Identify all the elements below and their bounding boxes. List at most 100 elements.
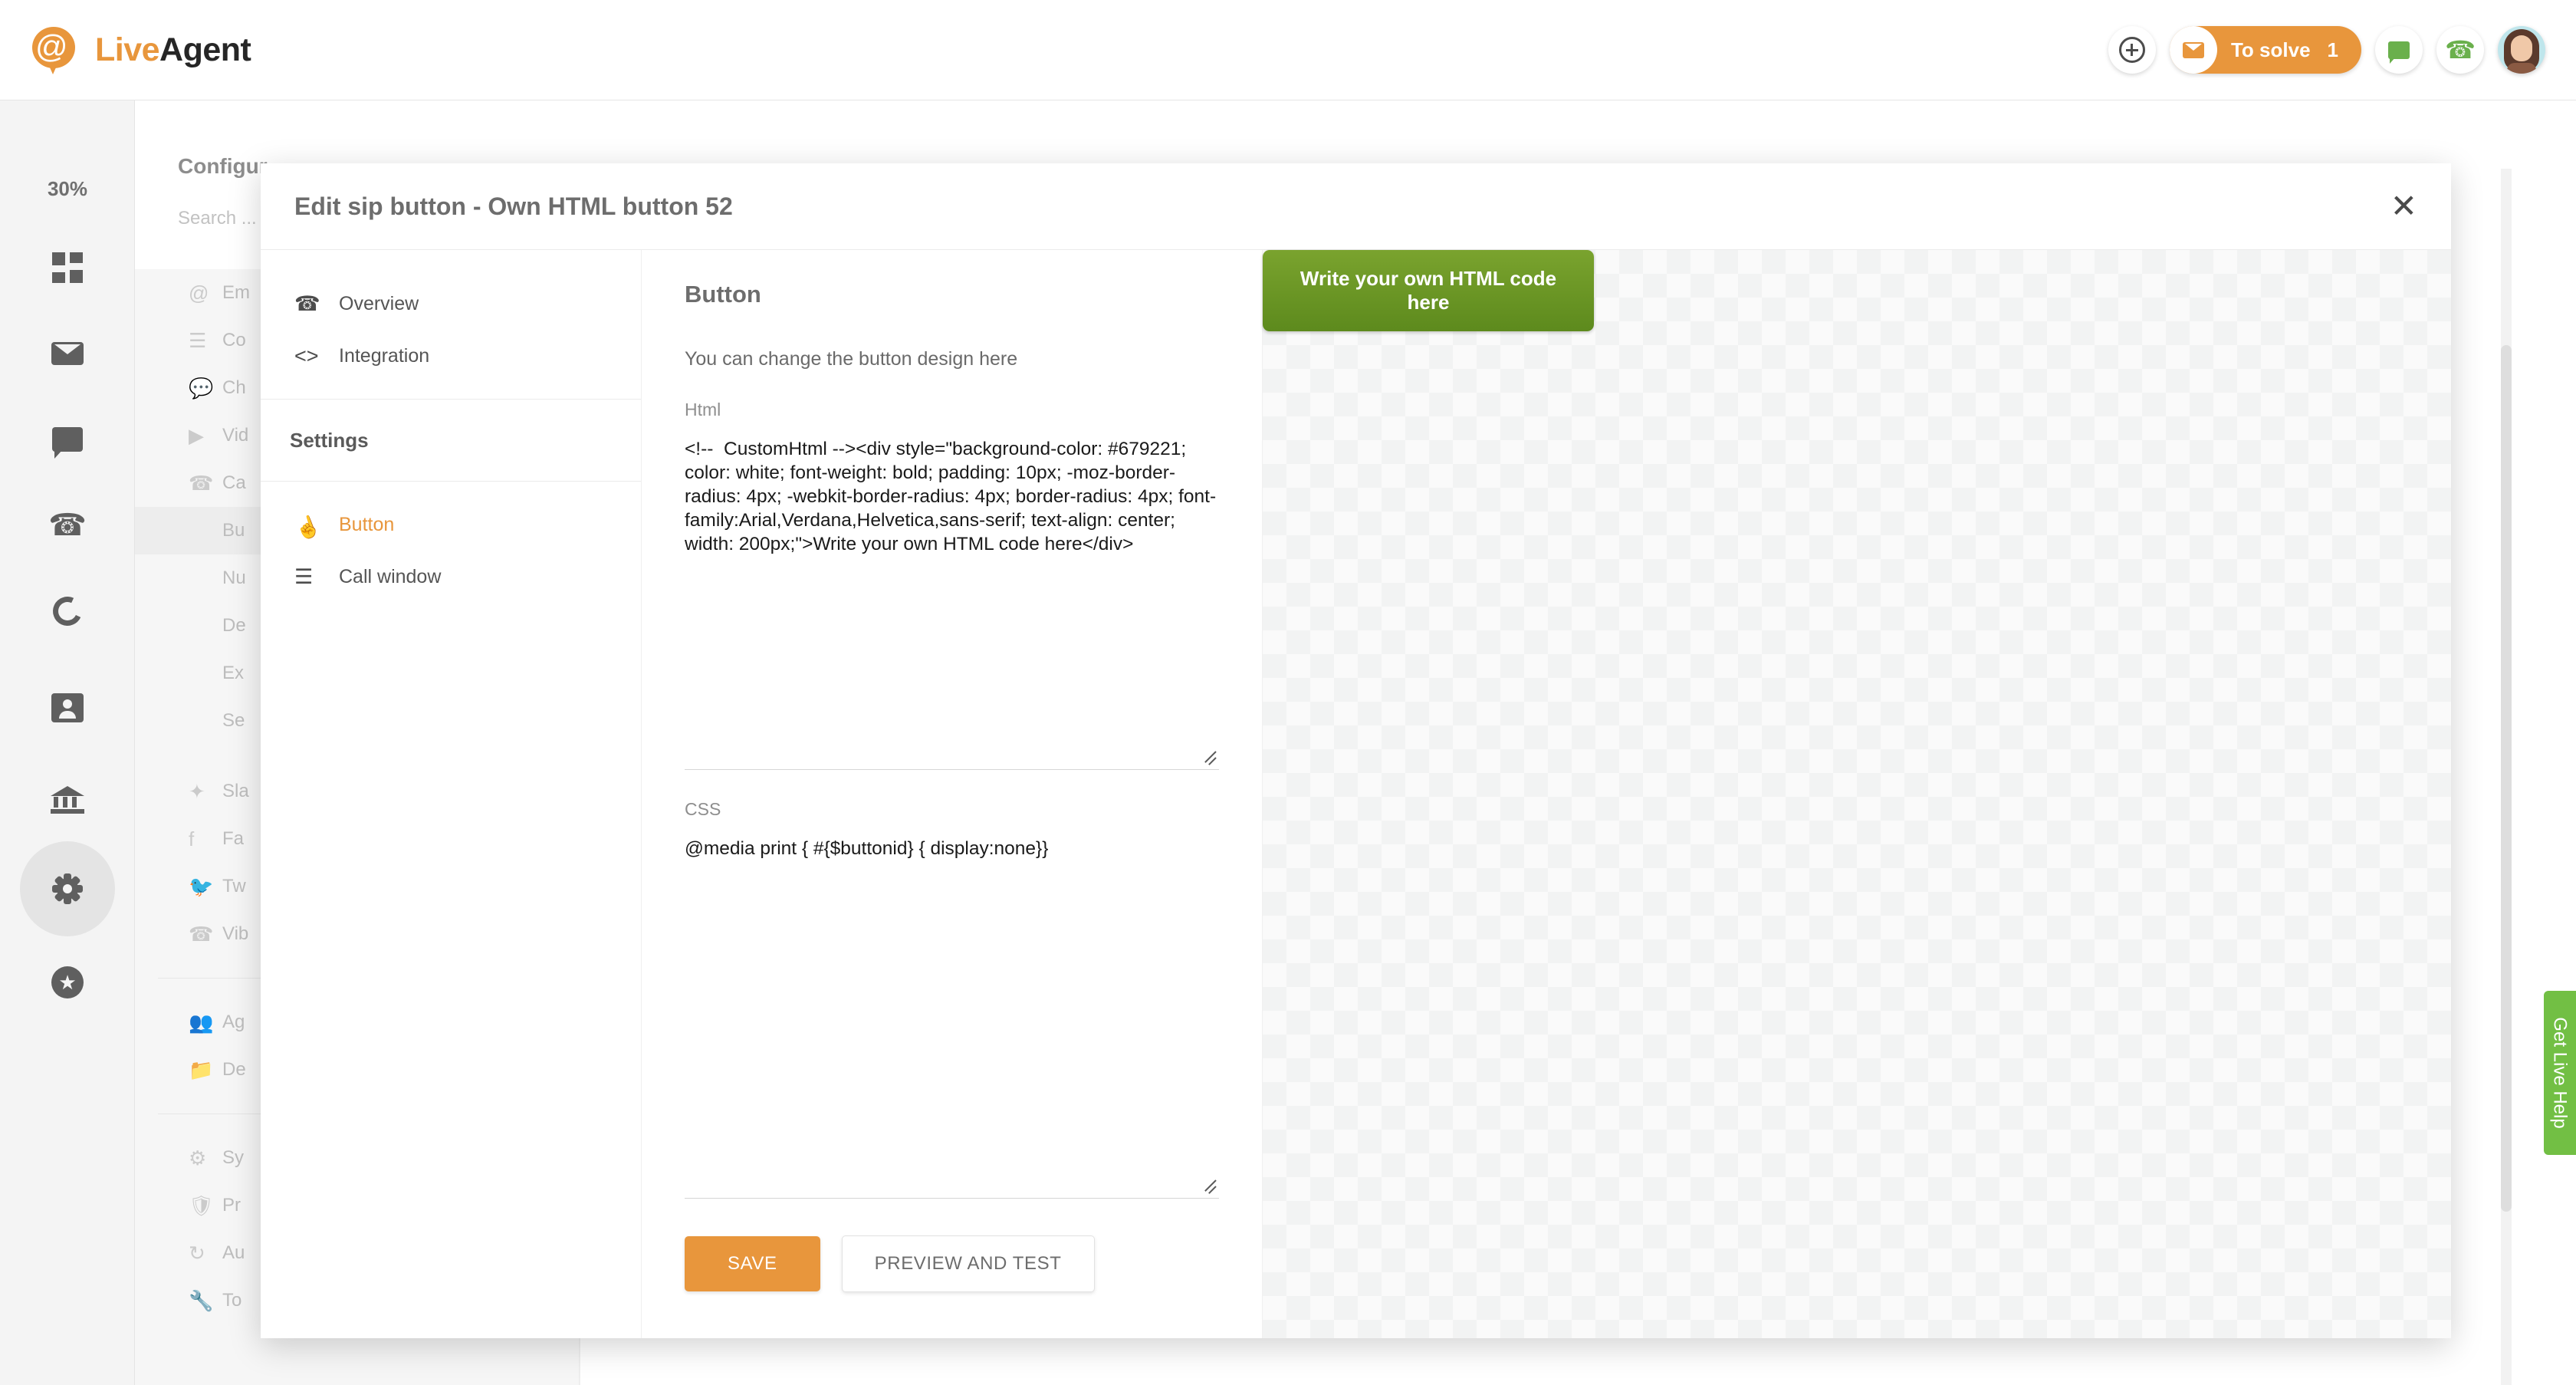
to-solve-button[interactable]: To solve 1: [2169, 26, 2361, 74]
chat-bubble-icon: 💬: [189, 376, 214, 400]
bg-nav-label: Em: [222, 282, 250, 303]
twitter-icon: 🐦: [189, 874, 214, 898]
envelope-icon: [2169, 26, 2217, 74]
form-hint: You can change the button design here: [685, 348, 1018, 370]
bg-nav-label: De: [222, 615, 246, 636]
modal-nav-item-call-window[interactable]: ☰ Call window: [261, 551, 641, 603]
phone-icon: ☎: [189, 471, 214, 495]
bg-nav-label: Co: [222, 330, 246, 350]
people-icon: 👥: [189, 1010, 214, 1034]
save-button[interactable]: SAVE: [685, 1236, 820, 1291]
chat-bubble-icon: [52, 427, 83, 459]
modal-nav-label: Call window: [339, 565, 442, 587]
button-preview-pane: Write your own HTML code here: [1263, 250, 2451, 1338]
close-icon[interactable]: ✕: [2390, 190, 2417, 222]
scrollbar-thumb[interactable]: [2501, 345, 2512, 1212]
search-input[interactable]: Search ...: [178, 208, 257, 229]
sidebar-item-calls[interactable]: ☎: [20, 478, 115, 573]
form-actions: SAVE PREVIEW AND TEST: [685, 1235, 1219, 1292]
avatar[interactable]: [2498, 26, 2545, 74]
facebook-icon: f: [189, 827, 195, 850]
bg-nav-label: Bu: [222, 520, 245, 541]
modal-title: Edit sip button - Own HTML button 52: [294, 192, 733, 220]
sidebar-item-reports[interactable]: [20, 564, 115, 659]
chat-bubble-icon: [2388, 41, 2410, 64]
modal-nav-label: Integration: [339, 344, 430, 367]
form-section-title: Button: [685, 281, 761, 308]
top-actions: To solve 1 ☎: [2108, 26, 2545, 74]
bg-nav-label: Vid: [222, 425, 249, 446]
bg-nav-label: Sy: [222, 1147, 245, 1168]
css-code-textarea[interactable]: @media print { #{$buttonid} { display:no…: [685, 837, 1219, 1199]
sync-icon: ↻: [189, 1241, 205, 1265]
gear-icon: [52, 873, 83, 904]
contact-card-icon: [51, 693, 84, 722]
modal-header: Edit sip button - Own HTML button 52 ✕: [261, 163, 2451, 250]
sidebar-item-dashboard[interactable]: [20, 220, 115, 315]
bg-nav-label: Vib: [222, 923, 249, 944]
grid-icon: [52, 252, 83, 283]
bg-nav-label: Ag: [222, 1012, 245, 1032]
phone-icon: ☎: [48, 508, 87, 542]
add-new-button[interactable]: [2108, 26, 2156, 74]
list-icon: ☰: [189, 328, 207, 352]
folder-icon: 📁: [189, 1058, 214, 1081]
code-brackets-icon: <>: [294, 344, 319, 367]
liveagent-logo-icon: @: [32, 27, 78, 74]
calls-button[interactable]: ☎: [2436, 26, 2484, 74]
top-bar: @ LiveAgent To solve 1 ☎: [0, 0, 2576, 100]
bg-nav-label: Sla: [222, 781, 249, 801]
sidebar-item-favorites[interactable]: ★: [20, 935, 115, 1030]
get-live-help-tab[interactable]: Get Live Help: [2544, 991, 2576, 1155]
resize-grip[interactable]: [1196, 743, 1217, 765]
to-solve-label: To solve: [2230, 38, 2311, 61]
wrench-icon: 🔧: [189, 1288, 214, 1312]
modal-nav: ☎ Overview <> Integration Settings ☝ But…: [261, 250, 642, 1338]
phone-icon: ☎: [294, 291, 320, 315]
preview-and-test-button[interactable]: PREVIEW AND TEST: [841, 1235, 1095, 1292]
html-code-textarea[interactable]: <!-- CustomHtml --><div style="backgroun…: [685, 437, 1219, 770]
sidebar-item-email[interactable]: [20, 306, 115, 401]
divider: [261, 399, 641, 400]
bg-nav-label: Au: [222, 1242, 245, 1263]
preview-custom-html-button[interactable]: Write your own HTML code here: [1263, 250, 1594, 331]
slack-icon: ✦: [189, 779, 205, 803]
modal-nav-item-button[interactable]: ☝ Button: [261, 498, 641, 551]
modal-body: ☎ Overview <> Integration Settings ☝ But…: [261, 250, 2451, 1338]
bg-nav-label: Ex: [222, 663, 245, 683]
sidebar-item-chats[interactable]: [20, 392, 115, 487]
phone-icon: ☎: [2445, 36, 2476, 64]
list-icon: ☰: [294, 564, 314, 588]
css-field-label: CSS: [685, 799, 721, 819]
video-icon: ▶: [189, 423, 204, 447]
button-settings-form: Button You can change the button design …: [642, 250, 1263, 1338]
modal-nav-label: Button: [339, 513, 395, 535]
modal-nav-item-overview[interactable]: ☎ Overview: [261, 278, 641, 330]
get-live-help-label: Get Live Help: [2550, 1017, 2571, 1129]
sidebar-item-knowledge-base[interactable]: [20, 752, 115, 847]
usage-percent: 30%: [47, 177, 88, 200]
bg-nav-label: To: [222, 1290, 242, 1311]
brand-logo-area[interactable]: @ LiveAgent: [32, 27, 251, 74]
bg-nav-label: Nu: [222, 567, 246, 588]
bg-nav-label: De: [222, 1059, 246, 1080]
edit-sip-button-modal: Edit sip button - Own HTML button 52 ✕ ☎…: [261, 163, 2451, 1338]
ring-chart-icon: [48, 592, 87, 630]
brand-agent-text: Agent: [159, 31, 251, 68]
chats-button[interactable]: [2375, 26, 2423, 74]
star-circle-icon: ★: [51, 966, 84, 998]
divider: [261, 481, 641, 482]
shield-icon: 🛡: [189, 1193, 215, 1217]
modal-nav-group-settings: Settings: [290, 428, 369, 452]
sidebar-item-contacts[interactable]: [20, 660, 115, 755]
sidebar-item-configuration[interactable]: [20, 841, 115, 936]
envelope-icon: [51, 342, 84, 365]
bg-nav-label: Fa: [222, 828, 245, 849]
css-code-value: @media print { #{$buttonid} { display:no…: [685, 838, 1049, 859]
at-glyph: @: [35, 28, 68, 64]
bg-nav-label: Se: [222, 710, 245, 731]
viber-icon: ☎: [189, 922, 214, 946]
brand-wordmark: LiveAgent: [95, 31, 251, 69]
modal-nav-item-integration[interactable]: <> Integration: [261, 330, 641, 382]
resize-grip[interactable]: [1196, 1172, 1217, 1194]
